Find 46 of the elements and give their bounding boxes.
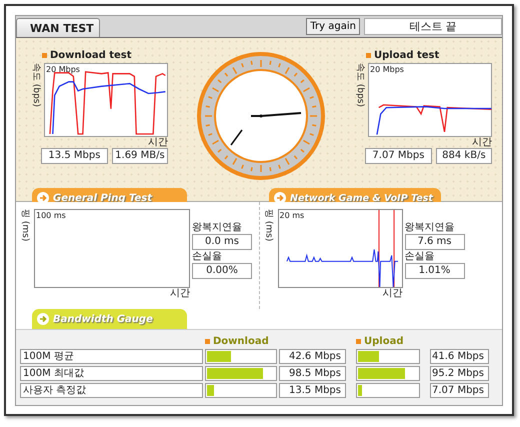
speed-value: 1.69 MB/s [112,148,168,164]
axis-label: 핑 (ms) [19,209,31,244]
speed-value: 13.5 Mbps [41,148,108,164]
wan-test-tab[interactable]: WAN TEST [16,18,100,37]
loss-label: 손실율 [404,250,436,263]
axis-label: 시간 [471,137,492,148]
loss-value: 1.01% [404,263,464,279]
chart-title: Upload test [374,50,440,61]
latency-value: 0.0 ms [192,234,252,250]
latency-value: 7.6 ms [404,234,464,250]
table-cell: 42.6 Mbps [279,349,346,364]
bullet-icon [356,339,361,344]
loss-value: 0.00% [192,263,252,279]
bullet-icon [366,53,371,58]
axis-label: 속도 (bps) [354,63,366,109]
loss-label: 손실율 [192,250,223,263]
try-again-button[interactable]: Try again [306,18,360,35]
axis-label: 시간 [147,137,168,148]
scale-label: 100 ms [36,211,66,220]
table-cell: 13.5 Mbps [279,383,346,398]
status-field: 테스트 끝 [364,18,502,35]
latency-label: 왕복지연율 [404,221,456,234]
table-cell: 100M 평균 [20,349,203,364]
column-header: Download [213,336,269,347]
axis-label: 속도 (bps) [30,63,42,109]
table-cell: 100M 최대값 [20,366,203,381]
section-header: Bandwidth Gauge [32,309,187,329]
axis-label: 시간 [382,288,402,299]
speed-value: 7.07 Mbps [365,148,432,164]
table-cell: 98.5 Mbps [279,366,346,381]
table-cell: 95.2 Mbps [430,366,489,381]
scale-label: 20 Mbps [370,65,404,74]
column-header: Upload [364,336,404,347]
latency-label: 왕복지연율 [192,221,243,234]
axis-label: 핑 (ms) [262,209,274,244]
table-cell: 41.6 Mbps [430,349,489,364]
scale-label: 20 ms [280,211,304,220]
bullet-icon [42,53,47,58]
chart-title: Download test [50,50,132,61]
axis-label: 시간 [169,288,190,299]
scale-label: 20 Mbps [46,65,80,74]
arrow-icon [37,313,49,325]
bullet-icon [205,339,210,344]
table-cell: 7.07 Mbps [430,383,489,398]
speed-value: 884 kB/s [436,148,492,164]
table-cell: 사용자 측정값 [20,383,203,398]
